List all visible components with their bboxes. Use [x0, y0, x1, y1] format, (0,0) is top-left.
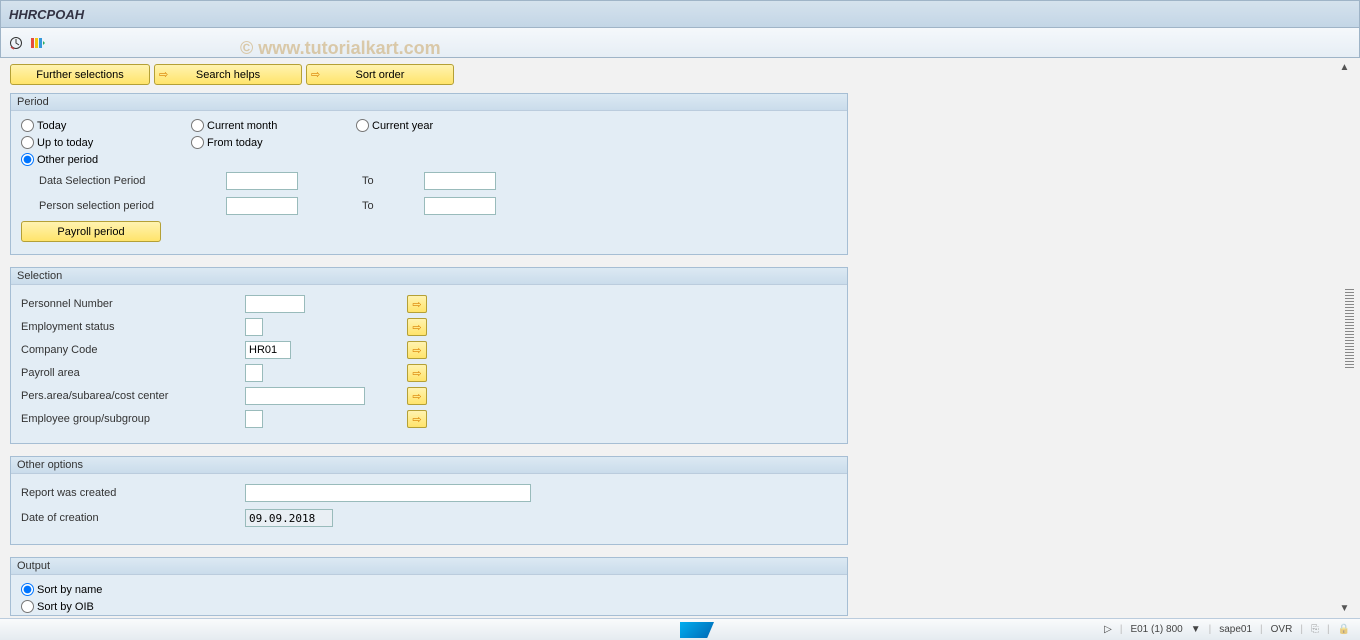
output-group: Output Sort by name Sort by OIB	[10, 557, 848, 616]
button-label: Payroll period	[57, 226, 124, 238]
to-label: To	[362, 200, 424, 212]
titlebar: HHRCPOAH	[0, 0, 1360, 28]
arrow-right-icon: ⇨	[412, 321, 421, 334]
status-mode: OVR	[1271, 624, 1293, 635]
report-was-created-input[interactable]	[245, 484, 531, 502]
person-selection-from-input[interactable]	[226, 197, 298, 215]
sap-logo-icon	[680, 622, 714, 638]
employment-status-label: Employment status	[21, 321, 245, 333]
status-triangle[interactable]: ▷	[1104, 624, 1112, 635]
data-selection-from-input[interactable]	[226, 172, 298, 190]
person-selection-period-label: Person selection period	[21, 200, 226, 212]
status-system: E01 (1) 800	[1130, 624, 1182, 635]
multiple-selection-button[interactable]: ⇨	[407, 410, 427, 428]
personnel-number-label: Personnel Number	[21, 298, 245, 310]
multiple-selection-button[interactable]: ⇨	[407, 318, 427, 336]
payroll-area-input[interactable]	[245, 364, 263, 382]
arrow-right-icon: ⇨	[412, 390, 421, 403]
execute-icon[interactable]	[7, 34, 25, 52]
dropdown-icon[interactable]: ▼	[1191, 624, 1201, 635]
sort-order-button[interactable]: ⇨ Sort order	[306, 64, 454, 85]
scroll-up-icon[interactable]: ▲	[1337, 60, 1352, 75]
arrow-right-icon: ⇨	[412, 367, 421, 380]
content: Further selections ⇨ Search helps ⇨ Sort…	[0, 58, 1360, 618]
radio-from-today[interactable]: From today	[191, 136, 263, 149]
action-buttons-row: Further selections ⇨ Search helps ⇨ Sort…	[10, 64, 848, 85]
radio-today[interactable]: Today	[21, 119, 191, 132]
pers-area-input[interactable]	[245, 387, 365, 405]
layout-icon[interactable]: ⎘	[1311, 624, 1319, 635]
payroll-area-label: Payroll area	[21, 367, 245, 379]
arrow-right-icon: ⇨	[159, 68, 168, 81]
radio-up-to-today[interactable]: Up to today	[21, 136, 191, 149]
employee-group-input[interactable]	[245, 410, 263, 428]
arrow-right-icon: ⇨	[412, 344, 421, 357]
other-options-group: Other options Report was created Date of…	[10, 456, 848, 545]
data-selection-to-input[interactable]	[424, 172, 496, 190]
company-code-label: Company Code	[21, 344, 245, 356]
side-area: ▲ ▼	[848, 58, 1360, 618]
report-was-created-label: Report was created	[21, 487, 245, 499]
radio-other-period[interactable]: Other period	[21, 153, 98, 166]
button-label: Search helps	[196, 69, 260, 81]
status-server: sape01	[1219, 624, 1252, 635]
employment-status-input[interactable]	[245, 318, 263, 336]
arrow-right-icon: ⇨	[412, 298, 421, 311]
radio-sort-by-oib[interactable]: Sort by OIB	[21, 600, 94, 613]
to-label: To	[362, 175, 424, 187]
employee-group-label: Employee group/subgroup	[21, 413, 245, 425]
person-selection-to-input[interactable]	[424, 197, 496, 215]
page-title: HHRCPOAH	[9, 7, 84, 22]
radio-sort-by-name[interactable]: Sort by name	[21, 583, 102, 596]
lock-icon[interactable]: 🔒	[1338, 624, 1350, 635]
group-title: Other options	[11, 457, 847, 474]
group-title: Period	[11, 94, 847, 111]
statusbar: ▷ | E01 (1) 800 ▼ | sape01 | OVR | ⎘ | 🔒	[0, 618, 1360, 640]
variant-icon[interactable]	[29, 34, 47, 52]
scroll-down-icon[interactable]: ▼	[1337, 601, 1352, 616]
personnel-number-input[interactable]	[245, 295, 305, 313]
pers-area-label: Pers.area/subarea/cost center	[21, 390, 245, 402]
button-label: Sort order	[356, 69, 405, 81]
multiple-selection-button[interactable]: ⇨	[407, 341, 427, 359]
further-selections-button[interactable]: Further selections	[10, 64, 150, 85]
button-label: Further selections	[36, 69, 123, 81]
period-group: Period Today Current month Current year …	[10, 93, 848, 255]
data-selection-period-label: Data Selection Period	[21, 175, 226, 187]
selection-group: Selection Personnel Number ⇨ Employment …	[10, 267, 848, 444]
group-title: Output	[11, 558, 847, 575]
scroll-grip-icon[interactable]	[1345, 288, 1354, 368]
search-helps-button[interactable]: ⇨ Search helps	[154, 64, 302, 85]
date-of-creation-label: Date of creation	[21, 512, 245, 524]
group-title: Selection	[11, 268, 847, 285]
multiple-selection-button[interactable]: ⇨	[407, 387, 427, 405]
multiple-selection-button[interactable]: ⇨	[407, 295, 427, 313]
arrow-right-icon: ⇨	[412, 413, 421, 426]
date-of-creation-input[interactable]	[245, 509, 333, 527]
radio-current-year[interactable]: Current year	[356, 119, 433, 132]
company-code-input[interactable]	[245, 341, 291, 359]
arrow-right-icon: ⇨	[311, 68, 320, 81]
multiple-selection-button[interactable]: ⇨	[407, 364, 427, 382]
payroll-period-button[interactable]: Payroll period	[21, 221, 161, 242]
radio-current-month[interactable]: Current month	[191, 119, 356, 132]
toolbar	[0, 28, 1360, 58]
